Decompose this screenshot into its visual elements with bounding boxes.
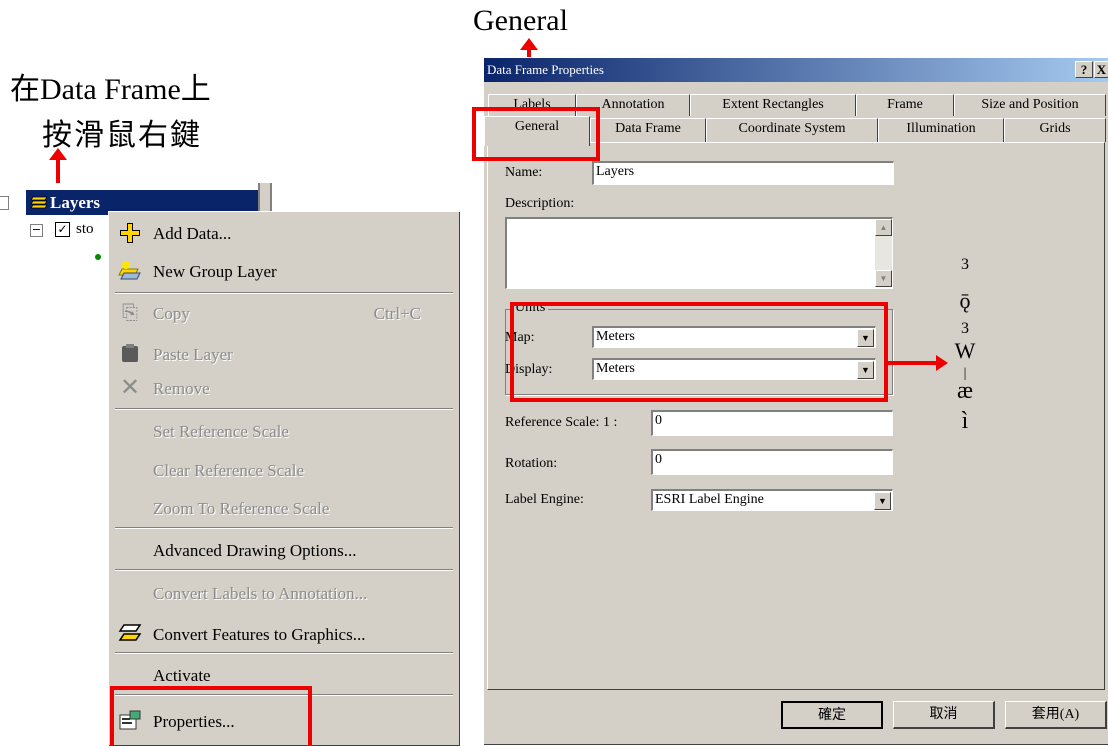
menu-item-convert-labels[interactable]: Convert Labels to Annotation... bbox=[109, 578, 459, 608]
context-menu: Add Data... New Group Layer ⎘ Copy Ctrl+… bbox=[108, 211, 459, 745]
general-arrowhead bbox=[520, 38, 538, 50]
menu-item-advanced-drawing-options[interactable]: Advanced Drawing Options... bbox=[109, 535, 459, 565]
ok-button[interactable]: 確定 bbox=[781, 701, 883, 729]
menu-label: Convert Features to Graphics... bbox=[153, 625, 366, 644]
tab-size-and-position[interactable]: Size and Position bbox=[954, 94, 1106, 116]
menu-separator bbox=[115, 569, 453, 571]
label-engine-value: ESRI Label Engine bbox=[655, 492, 764, 507]
menu-label: Activate bbox=[153, 666, 211, 685]
menu-item-clear-reference-scale[interactable]: Clear Reference Scale bbox=[109, 455, 459, 485]
side-note-char: 3 bbox=[961, 256, 969, 273]
menu-item-new-group-layer[interactable]: New Group Layer bbox=[109, 256, 459, 286]
reference-scale-label: Reference Scale: 1 : bbox=[505, 415, 618, 430]
point-symbol-icon bbox=[95, 254, 101, 260]
menu-label: Convert Labels to Annotation... bbox=[153, 584, 368, 603]
menu-separator bbox=[115, 408, 453, 410]
name-label: Name: bbox=[505, 165, 543, 180]
name-field[interactable]: Layers bbox=[592, 161, 894, 185]
tab-coordinate-system[interactable]: Coordinate System bbox=[706, 118, 878, 142]
layers-label[interactable]: Layers bbox=[50, 193, 100, 213]
menu-label: Set Reference Scale bbox=[153, 422, 289, 441]
apply-button[interactable]: 套用(A) bbox=[1005, 701, 1107, 729]
properties-highlight bbox=[110, 686, 312, 746]
side-note-char: ǭ bbox=[959, 288, 971, 313]
paste-icon bbox=[117, 342, 143, 366]
tab-extent-rectangles[interactable]: Extent Rectangles bbox=[690, 94, 856, 116]
menu-shortcut: Ctrl+C bbox=[373, 304, 421, 323]
units-highlight bbox=[510, 302, 888, 402]
menu-item-zoom-to-reference-scale[interactable]: Zoom To Reference Scale bbox=[109, 493, 459, 523]
menu-separator bbox=[115, 292, 453, 294]
rotation-label: Rotation: bbox=[505, 456, 558, 471]
menu-label: Paste Layer bbox=[153, 345, 233, 364]
menu-label: Add Data... bbox=[153, 224, 232, 243]
close-button[interactable]: X bbox=[1094, 61, 1108, 78]
side-note: 3 ǭ 3 W | æ ì bbox=[950, 256, 980, 438]
menu-separator bbox=[115, 652, 453, 654]
menu-item-convert-features[interactable]: Convert Features to Graphics... bbox=[109, 619, 459, 649]
description-label: Description: bbox=[505, 196, 575, 211]
side-note-char: 3 bbox=[961, 320, 969, 337]
tab-frame[interactable]: Frame bbox=[856, 94, 954, 116]
description-scrollbar[interactable]: ▲ ▼ bbox=[875, 219, 892, 287]
rotation-field[interactable]: 0 bbox=[651, 449, 893, 475]
menu-item-paste-layer[interactable]: Paste Layer bbox=[109, 339, 459, 369]
menu-label: Remove bbox=[153, 379, 210, 398]
expand-collapse-icon[interactable] bbox=[0, 196, 9, 210]
dialog-title-bar[interactable]: Data Frame Properties ? X bbox=[484, 58, 1108, 82]
menu-item-add-data[interactable]: Add Data... bbox=[109, 218, 459, 248]
right-click-arrowhead bbox=[49, 148, 67, 160]
menu-label: Clear Reference Scale bbox=[153, 461, 305, 480]
description-field[interactable]: ▲ ▼ bbox=[505, 217, 893, 289]
collapse-icon[interactable]: − bbox=[30, 224, 43, 237]
menu-item-remove[interactable]: ✕ Remove bbox=[109, 373, 459, 403]
group-layer-icon bbox=[117, 259, 143, 283]
dialog-title: Data Frame Properties bbox=[487, 62, 604, 77]
child-layer-label[interactable]: sto bbox=[76, 221, 94, 238]
tab-general[interactable]: General bbox=[484, 116, 590, 146]
layers-icon bbox=[30, 194, 48, 210]
side-note-char: W bbox=[954, 338, 976, 363]
scroll-up-icon[interactable]: ▲ bbox=[875, 219, 892, 236]
convert-graphics-icon bbox=[117, 622, 143, 646]
label-engine-select[interactable]: ESRI Label Engine ▼ bbox=[651, 489, 893, 511]
copy-icon: ⎘ bbox=[122, 302, 138, 324]
side-note-char: ì bbox=[961, 408, 969, 434]
side-note-char: | bbox=[963, 366, 967, 381]
chevron-down-icon[interactable]: ▼ bbox=[874, 492, 891, 510]
menu-label: New Group Layer bbox=[153, 262, 277, 281]
layer-visibility-checkbox[interactable]: ✓ bbox=[55, 222, 70, 237]
menu-item-copy[interactable]: ⎘ Copy Ctrl+C bbox=[109, 298, 459, 328]
remove-icon: ✕ bbox=[119, 375, 141, 401]
scroll-down-icon[interactable]: ▼ bbox=[875, 270, 892, 287]
menu-item-set-reference-scale[interactable]: Set Reference Scale bbox=[109, 416, 459, 446]
add-data-icon bbox=[117, 221, 143, 245]
units-arrowhead bbox=[936, 355, 948, 371]
reference-scale-field[interactable]: 0 bbox=[651, 410, 893, 436]
label-engine-label: Label Engine: bbox=[505, 492, 584, 507]
cancel-button[interactable]: 取消 bbox=[893, 701, 995, 729]
tab-grids[interactable]: Grids bbox=[1004, 118, 1106, 142]
side-note-char: æ bbox=[956, 378, 973, 404]
tab-illumination[interactable]: Illumination bbox=[878, 118, 1004, 142]
menu-label: Advanced Drawing Options... bbox=[153, 541, 357, 560]
tab-data-frame[interactable]: Data Frame bbox=[590, 118, 706, 142]
menu-label: Zoom To Reference Scale bbox=[153, 499, 330, 518]
general-annotation: General bbox=[473, 4, 568, 37]
help-button[interactable]: ? bbox=[1075, 61, 1093, 78]
menu-label: Copy bbox=[153, 304, 190, 323]
units-arrow-line bbox=[888, 361, 938, 365]
menu-separator bbox=[115, 527, 453, 529]
right-click-annotation-line1: 在Data Frame上 bbox=[10, 73, 211, 106]
